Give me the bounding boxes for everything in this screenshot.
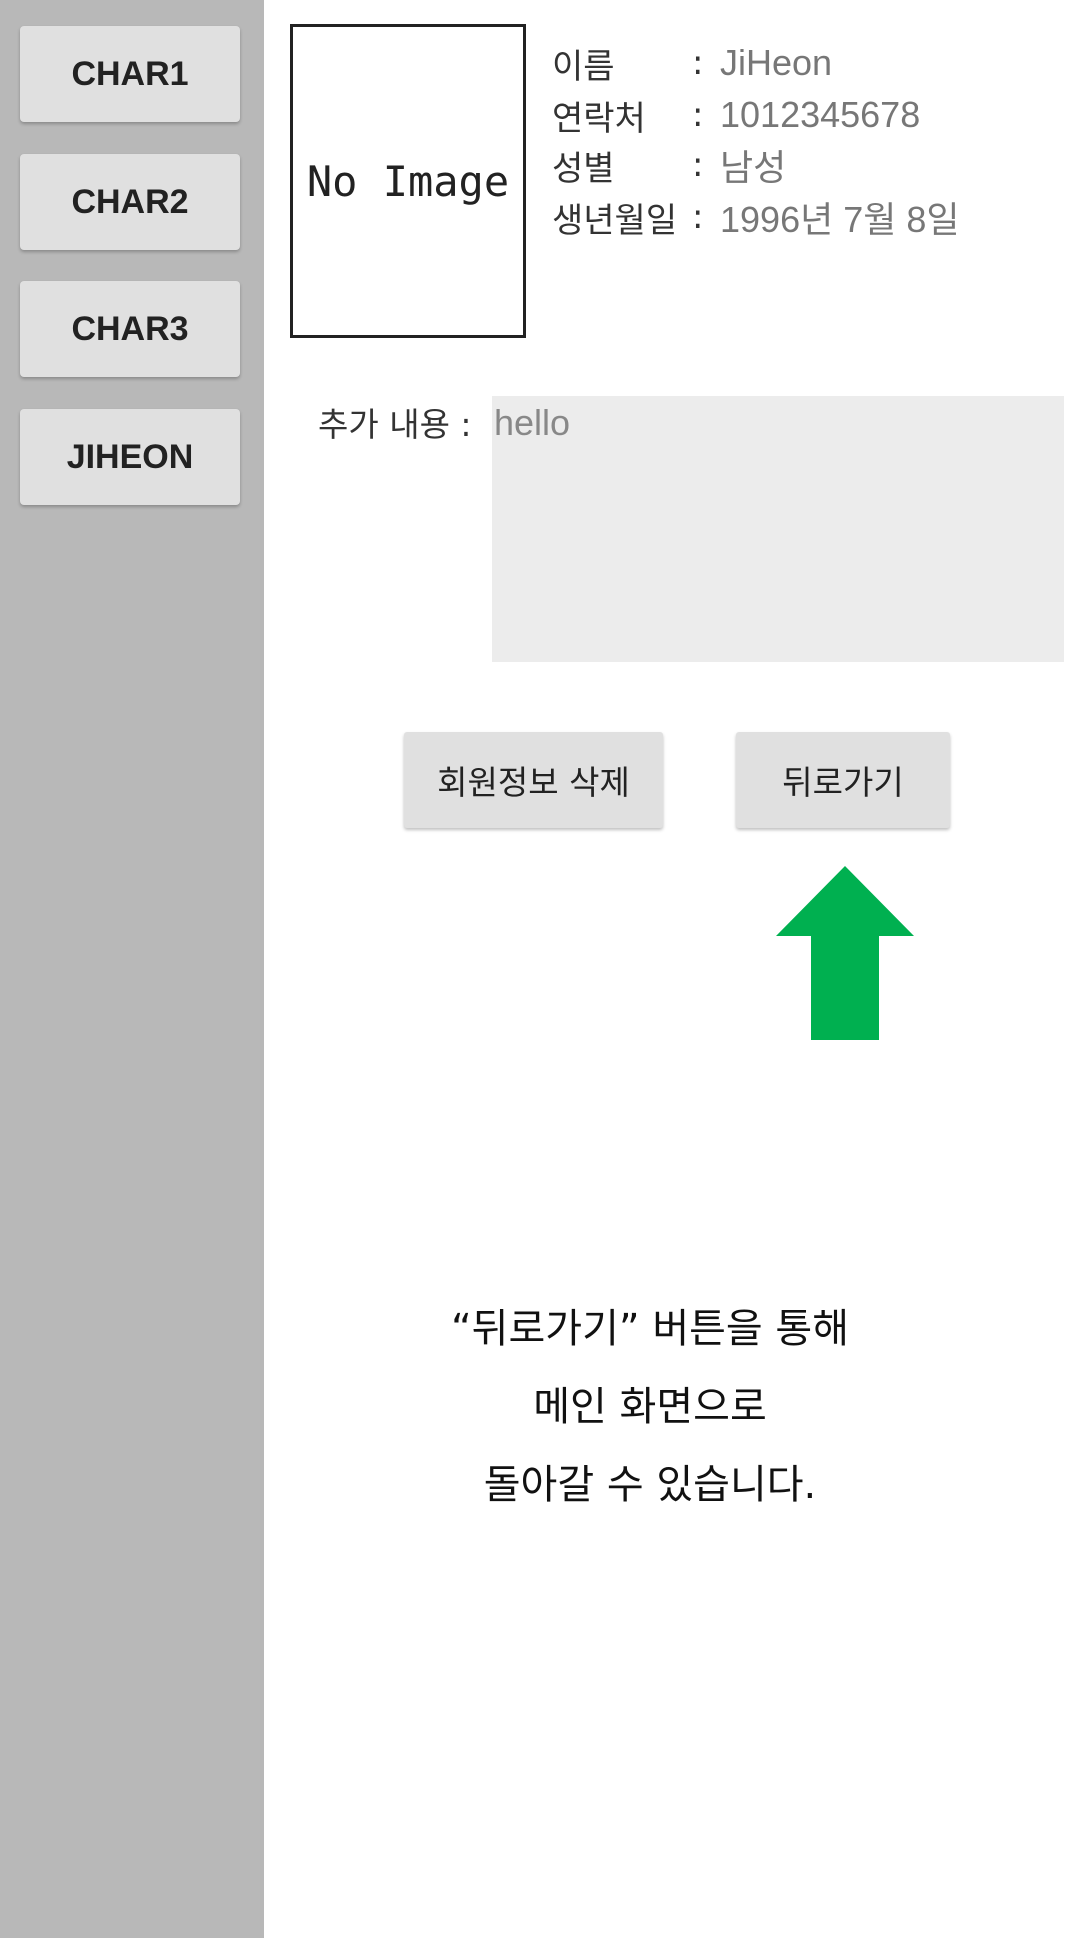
gender-colon: : xyxy=(692,145,704,185)
name-value: JiHeon xyxy=(720,42,833,83)
birthdate-row: 생년월일 : 1996년 7월 8일 xyxy=(552,192,960,242)
birthdate-value: 1996년 7월 8일 xyxy=(720,199,960,240)
gender-row: 성별 : 남성 xyxy=(552,140,786,190)
contact-row: 연락처 : 1012345678 xyxy=(552,90,920,140)
extra-content-field[interactable]: hello xyxy=(492,396,1064,662)
contact-colon: : xyxy=(692,95,704,135)
contact-value: 1012345678 xyxy=(720,94,921,135)
photo-placeholder-text: No Image xyxy=(306,156,510,206)
gender-label: 성별 xyxy=(552,148,615,189)
name-label: 이름 xyxy=(552,46,615,87)
delete-member-button[interactable]: 회원정보 삭제 xyxy=(404,732,663,828)
sidebar: CHAR1 CHAR2 CHAR3 JIHEON xyxy=(0,0,264,1938)
caption-line-2: 메인 화면으로 xyxy=(533,1384,767,1430)
extra-content-label: 추가 내용 : xyxy=(318,405,472,444)
jiheon-button[interactable]: JIHEON xyxy=(20,409,240,505)
profile-photo: No Image xyxy=(290,24,526,338)
contact-label: 연락처 xyxy=(552,98,646,139)
caption-line-1: “뒤로가기” 버튼을 통해 xyxy=(450,1306,850,1352)
char3-button[interactable]: CHAR3 xyxy=(20,281,240,377)
back-button[interactable]: 뒤로가기 xyxy=(736,732,950,828)
up-arrow-icon xyxy=(776,866,914,1040)
birthdate-colon: : xyxy=(692,197,704,237)
gender-value: 남성 xyxy=(720,147,787,188)
char2-button[interactable]: CHAR2 xyxy=(20,154,240,250)
name-colon: : xyxy=(692,43,704,83)
birthdate-label: 생년월일 xyxy=(552,200,678,241)
extra-content-value: hello xyxy=(494,402,571,443)
name-row: 이름 : JiHeon xyxy=(552,38,832,88)
caption-line-3: 돌아갈 수 있습니다. xyxy=(483,1462,817,1508)
char1-button[interactable]: CHAR1 xyxy=(20,26,240,122)
